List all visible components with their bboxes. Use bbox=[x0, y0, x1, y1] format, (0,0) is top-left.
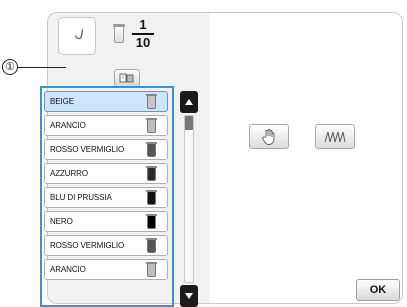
list-scrollbar[interactable] bbox=[184, 115, 194, 283]
scroll-down-button[interactable] bbox=[180, 285, 198, 307]
thread-counter: 1 10 bbox=[130, 18, 156, 50]
thread-name: NERO bbox=[50, 217, 73, 226]
ok-button[interactable]: OK bbox=[356, 279, 400, 301]
callout-leader-line bbox=[18, 67, 66, 68]
thread-name: BLU DI PRUSSIA bbox=[50, 193, 112, 202]
thread-list-item[interactable]: AZZURRO bbox=[44, 163, 168, 184]
thread-name: ROSSO VERMIGLIO bbox=[50, 145, 125, 154]
stitch-zigzag-icon bbox=[324, 131, 346, 142]
stitch-simulator-button[interactable] bbox=[315, 124, 355, 149]
thread-color-display-button[interactable] bbox=[114, 69, 140, 87]
arrow-up-icon bbox=[185, 99, 193, 105]
thread-list-item[interactable]: ARANCIO bbox=[44, 259, 168, 280]
thread-list-item[interactable]: ARANCIO bbox=[44, 115, 168, 136]
thread-spool-icon bbox=[146, 166, 157, 181]
thread-counter-total: 10 bbox=[135, 35, 151, 50]
callout-number: ① bbox=[2, 59, 18, 75]
thread-name: ARANCIO bbox=[50, 265, 86, 274]
stitch-preview-icon: ᒍ bbox=[73, 25, 86, 43]
thread-spool-icon bbox=[146, 238, 157, 253]
thread-list-item[interactable]: ROSSO VERMIGLIO bbox=[44, 235, 168, 256]
thread-spool-icon bbox=[146, 190, 157, 205]
arrow-down-icon bbox=[185, 293, 193, 299]
thread-name: BEIGE bbox=[50, 97, 74, 106]
hand-icon bbox=[262, 128, 275, 145]
thread-name: ARANCIO bbox=[50, 121, 86, 130]
scrollbar-thumb[interactable] bbox=[185, 116, 193, 130]
thread-list-item[interactable]: BEIGE bbox=[44, 91, 168, 112]
thread-spool-icon bbox=[113, 24, 125, 43]
thread-spool-icon bbox=[146, 214, 157, 229]
thread-name: ROSSO VERMIGLIO bbox=[50, 241, 125, 250]
thread-spool-icon bbox=[146, 118, 157, 133]
hand-move-button[interactable] bbox=[249, 124, 289, 149]
thread-spool-icon bbox=[146, 262, 157, 277]
thread-counter-current: 1 bbox=[139, 17, 147, 32]
scroll-up-button[interactable] bbox=[180, 91, 198, 113]
embroidery-screen: ᒍ 1 10 ① BEIGE ARANCIO ROSSO VERMIGLIO A… bbox=[0, 0, 407, 307]
thread-list-item[interactable]: NERO bbox=[44, 211, 168, 232]
edit-panel bbox=[210, 13, 402, 303]
thread-spool-icon bbox=[146, 94, 157, 109]
thread-name: AZZURRO bbox=[50, 169, 88, 178]
stitch-preview: ᒍ bbox=[58, 17, 96, 55]
thread-list-item[interactable]: BLU DI PRUSSIA bbox=[44, 187, 168, 208]
thread-color-icon bbox=[119, 73, 134, 83]
thread-list-item[interactable]: ROSSO VERMIGLIO bbox=[44, 139, 168, 160]
thread-spool-icon bbox=[146, 142, 157, 157]
